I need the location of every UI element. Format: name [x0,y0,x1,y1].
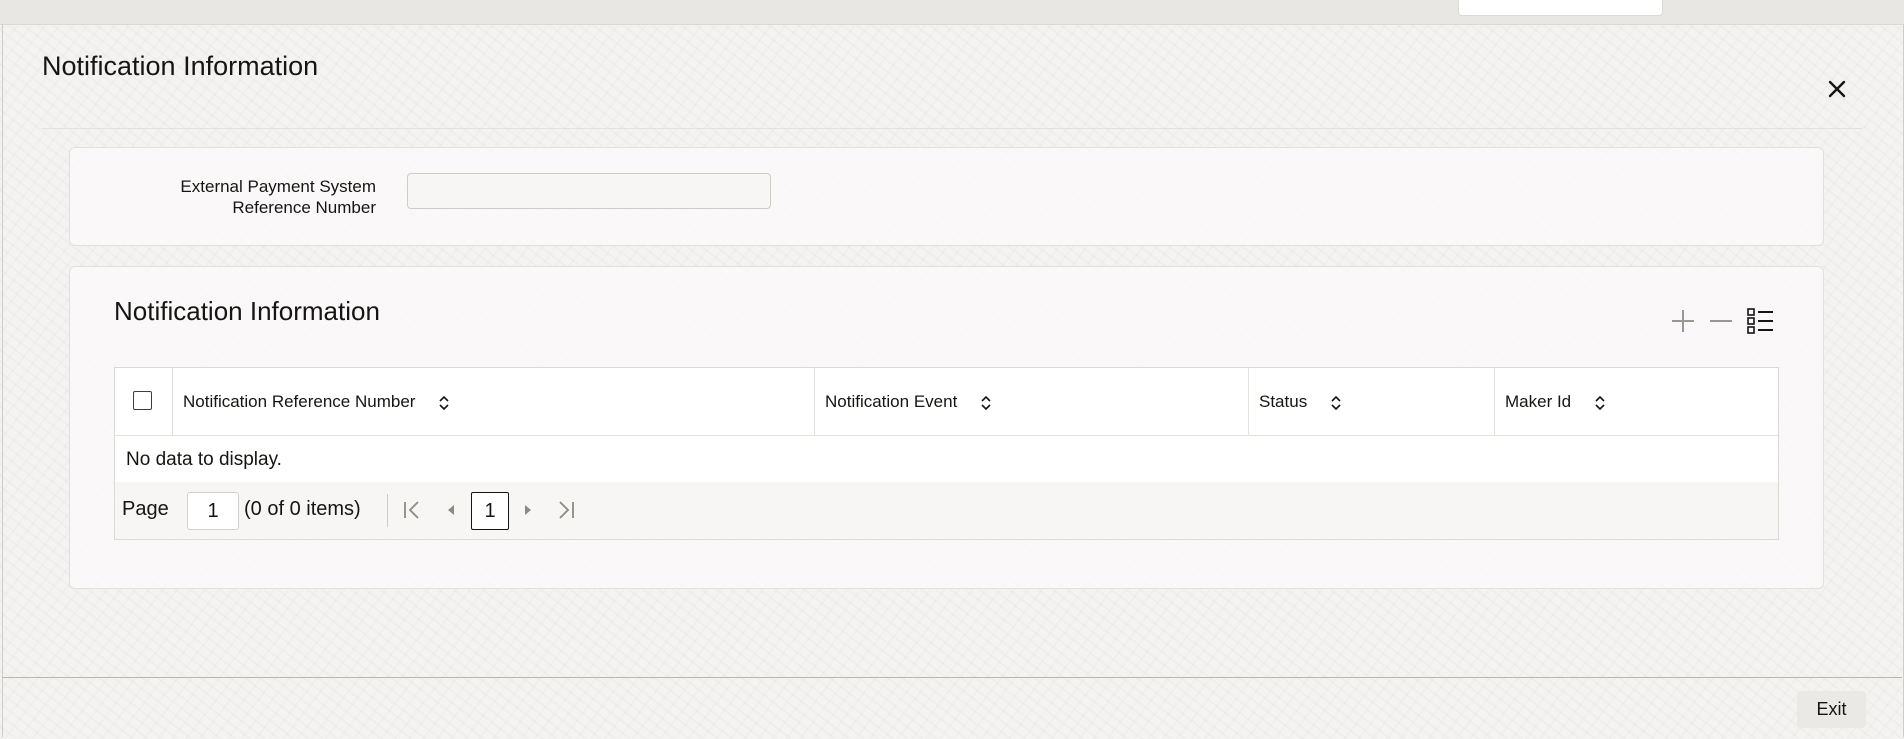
column-label: Status [1259,392,1308,411]
sort-icon[interactable] [980,394,992,412]
column-label: Maker Id [1505,392,1572,411]
exit-button[interactable]: Exit [1797,691,1866,728]
ext-ref-input[interactable] [407,173,771,209]
sort-icon[interactable] [438,394,450,412]
column-list-icon[interactable] [1743,304,1777,338]
add-icon[interactable] [1666,304,1700,338]
remove-icon[interactable] [1704,304,1738,338]
next-page-icon[interactable] [516,497,540,523]
first-page-icon[interactable] [400,497,424,523]
column-label: Notification Event [825,392,958,411]
dialog-title: Notification Information [42,51,319,81]
background-top-strip [0,0,1904,25]
item-count: (0 of 0 items) [244,498,361,520]
notification-table: Notification Reference Number Notificati… [114,367,1779,540]
title-divider [42,128,1862,129]
footer-divider [2,677,1902,678]
current-page-button[interactable]: 1 [471,492,509,530]
column-maker-id[interactable]: Maker Id [1494,368,1778,435]
pager-divider [387,494,388,527]
close-icon[interactable] [1822,74,1852,104]
ext-ref-label: External Payment System Reference Number [180,177,376,217]
column-notification-reference-number[interactable]: Notification Reference Number [172,368,814,435]
sort-icon[interactable] [1594,394,1606,412]
table-header: Notification Reference Number Notificati… [115,368,1778,436]
last-page-icon[interactable] [554,497,578,523]
sort-icon[interactable] [1330,394,1342,412]
column-label: Notification Reference Number [183,392,416,411]
empty-table-message: No data to display. [126,449,282,470]
pagination-bar: Page (0 of 0 items) 1 [115,482,1778,539]
background-tab [1458,0,1663,16]
section-title: Notification Information [114,296,380,326]
page-label: Page [122,498,169,520]
column-notification-event[interactable]: Notification Event [814,368,1248,435]
previous-page-icon[interactable] [439,497,463,523]
select-all-checkbox[interactable] [133,391,152,410]
page-number-input[interactable] [187,492,239,530]
select-all-column [115,368,172,435]
column-status[interactable]: Status [1248,368,1494,435]
